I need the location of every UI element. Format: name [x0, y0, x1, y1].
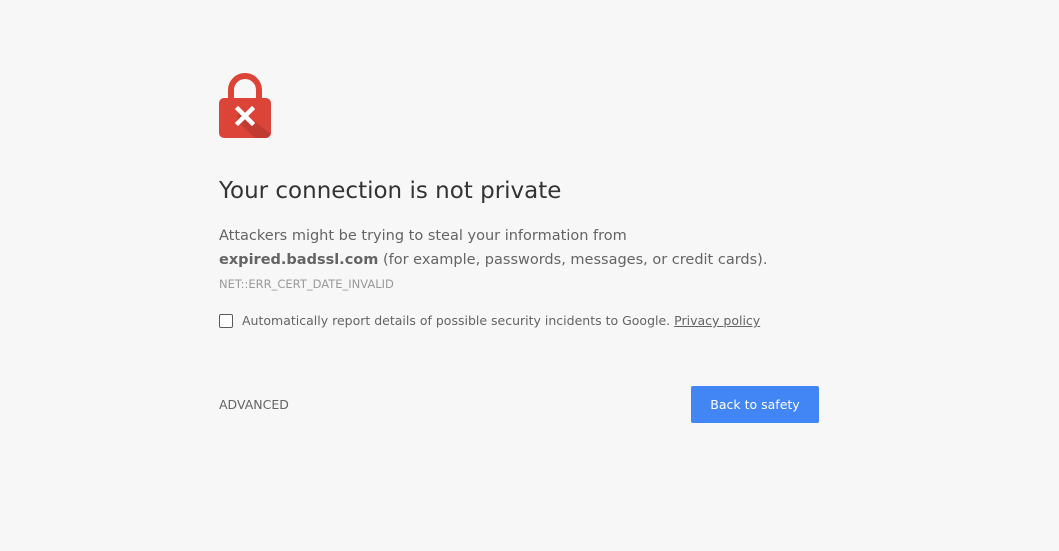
back-to-safety-button[interactable]: Back to safety	[691, 386, 819, 423]
explanation-text: Attackers might be trying to steal your …	[219, 224, 779, 296]
report-label[interactable]: Automatically report details of possible…	[242, 313, 670, 328]
domain-name: expired.badssl.com	[219, 252, 379, 268]
report-checkbox[interactable]	[219, 313, 233, 328]
advanced-button[interactable]: ADVANCED	[219, 397, 289, 412]
lock-error-icon	[219, 72, 271, 138]
report-option: Automatically report details of possible…	[219, 313, 760, 328]
error-code[interactable]: NET::ERR_CERT_DATE_INVALID	[219, 277, 394, 291]
explanation-text-start: Attackers might be trying to steal your …	[219, 228, 627, 244]
privacy-policy-link[interactable]: Privacy policy	[674, 313, 760, 328]
interstitial-page: Your connection is not private Attackers…	[0, 0, 1059, 551]
page-title: Your connection is not private	[219, 178, 562, 204]
explanation-text-end: (for example, passwords, messages, or cr…	[378, 252, 768, 268]
